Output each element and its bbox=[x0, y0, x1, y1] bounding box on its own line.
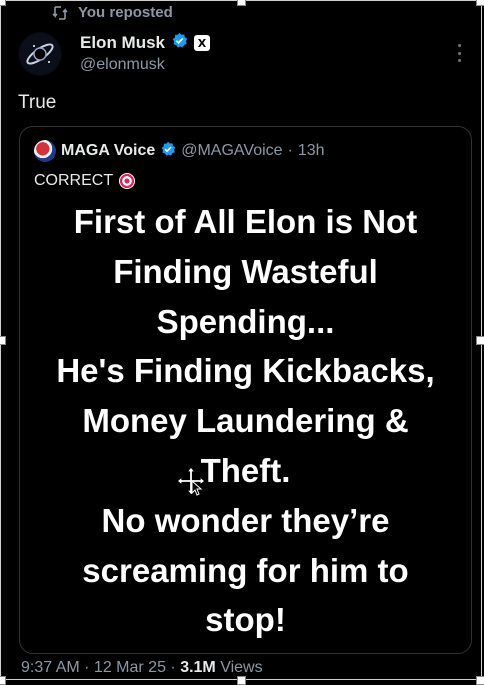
image-text-line: No wonder they’re bbox=[101, 501, 390, 539]
quote-image-text: First of All Elon is Not Finding Wastefu… bbox=[20, 197, 471, 645]
repost-indicator: You reposted bbox=[52, 4, 173, 21]
resize-handle-top-middle[interactable] bbox=[237, 0, 246, 6]
quote-author-handle[interactable]: @MAGAVoice bbox=[181, 142, 282, 160]
repost-label: You reposted bbox=[78, 4, 173, 21]
resize-handle-bottom-left[interactable] bbox=[0, 676, 6, 685]
quote-header: MAGA Voice @MAGAVoice · 13h bbox=[34, 140, 325, 162]
image-text-line: Money Laundering & bbox=[82, 402, 409, 440]
verified-badge-icon bbox=[160, 141, 176, 162]
post-text: True bbox=[18, 92, 57, 113]
quoted-post-card[interactable]: MAGA Voice @MAGAVoice · 13h CORRECT Firs… bbox=[19, 126, 472, 654]
quote-author-avatar[interactable] bbox=[34, 140, 56, 162]
image-text-line: He's Finding Kickbacks, bbox=[56, 352, 435, 390]
author-info: Elon Musk X @elonmusk bbox=[80, 32, 211, 74]
repost-icon bbox=[52, 5, 68, 20]
views-count: 3.1M bbox=[180, 659, 216, 676]
verified-badge-icon bbox=[171, 32, 188, 54]
author-name[interactable]: Elon Musk bbox=[80, 33, 165, 53]
resize-handle-middle-left[interactable] bbox=[0, 336, 6, 345]
resize-handle-middle-right[interactable] bbox=[476, 336, 484, 345]
quote-text-row: CORRECT bbox=[34, 172, 136, 190]
more-icon[interactable] bbox=[456, 44, 462, 62]
x-logo-icon: X bbox=[194, 35, 211, 51]
author-avatar[interactable] bbox=[18, 32, 62, 76]
quote-time[interactable]: 13h bbox=[298, 142, 325, 160]
quote-author-name[interactable]: MAGA Voice bbox=[61, 142, 155, 160]
image-text-line: Finding Wasteful bbox=[113, 252, 378, 290]
post-metadata: 9:37 AM · 12 Mar 25 · 3.1M Views bbox=[21, 659, 263, 677]
resize-handle-top-left[interactable] bbox=[0, 0, 6, 6]
move-cursor-icon bbox=[176, 466, 206, 496]
image-text-line: stop! bbox=[205, 601, 286, 639]
image-text-line: First of All Elon is Not bbox=[73, 203, 418, 240]
target-emoji-icon bbox=[119, 173, 136, 189]
resize-handle-bottom-middle[interactable] bbox=[237, 676, 246, 685]
quote-time-separator: · bbox=[287, 142, 293, 159]
resize-handle-bottom-right[interactable] bbox=[476, 676, 484, 685]
author-handle[interactable]: @elonmusk bbox=[80, 56, 210, 74]
post-timestamp[interactable]: 9:37 AM · 12 Mar 25 · bbox=[21, 659, 180, 676]
image-text-line: Spending... bbox=[156, 302, 335, 340]
image-text-line: screaming for him to bbox=[82, 551, 409, 589]
views-label: Views bbox=[215, 659, 263, 676]
resize-handle-top-right[interactable] bbox=[476, 0, 484, 6]
quote-text: CORRECT bbox=[34, 172, 114, 189]
image-text-line: Theft. bbox=[200, 451, 291, 489]
